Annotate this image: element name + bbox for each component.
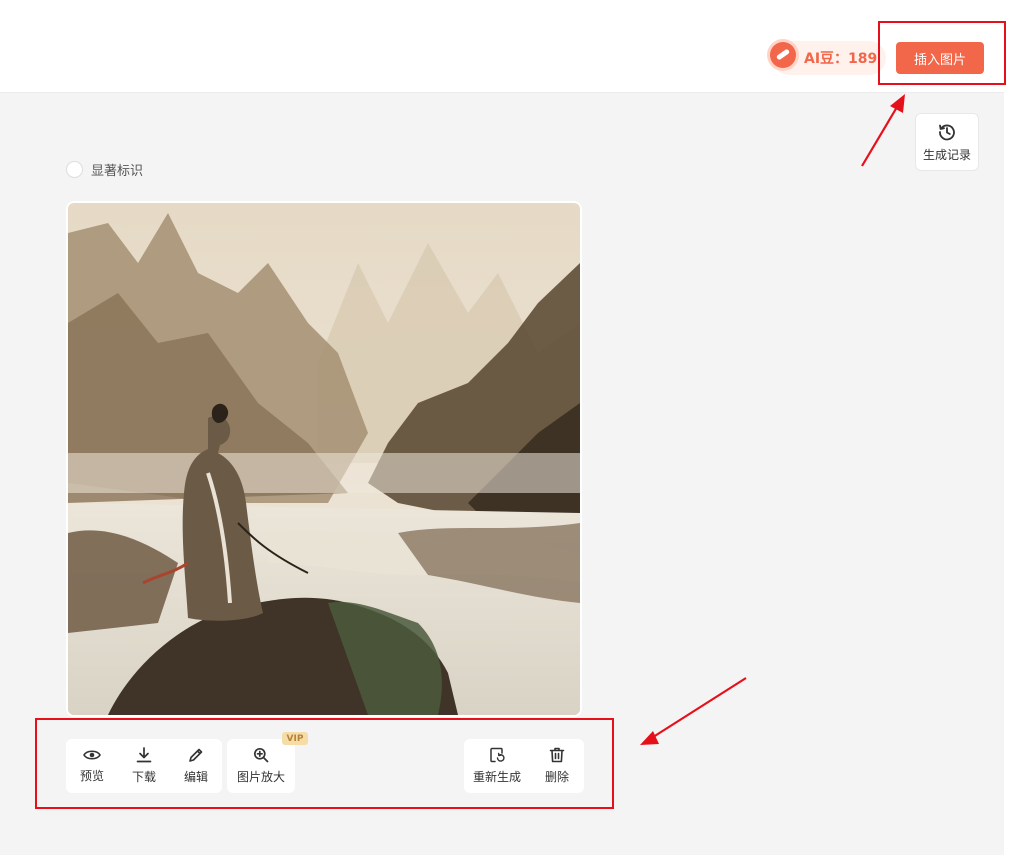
annotation-arrow-insert xyxy=(861,94,905,167)
annotation-arrows xyxy=(640,94,905,745)
annotation-arrow-toolbar xyxy=(640,677,747,745)
